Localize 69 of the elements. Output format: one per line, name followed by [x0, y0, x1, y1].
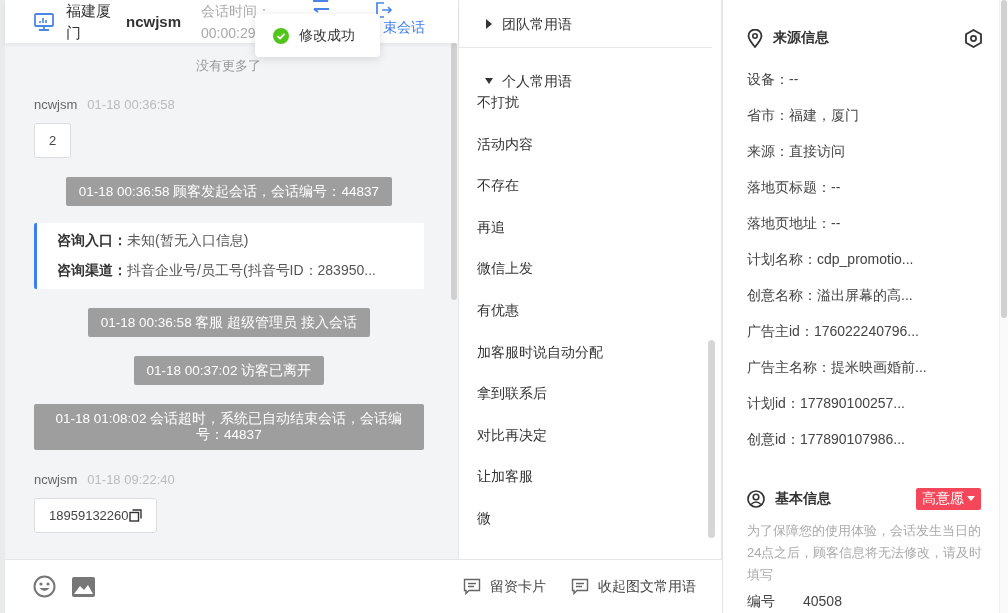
phrase-item[interactable]: 拿到联系后	[476, 383, 547, 404]
info-label: 咨询渠道：	[57, 262, 127, 280]
visitor-name: ncwjsm	[126, 13, 182, 30]
settings-icon[interactable]	[964, 28, 983, 48]
comment-icon	[463, 578, 481, 596]
sender-name: ncwjsm	[34, 472, 78, 488]
field-value: 40508	[803, 592, 842, 610]
phrase-item[interactable]: 微信上发	[476, 258, 533, 279]
visitor-location: 福建厦门	[66, 0, 112, 43]
source-info-row-text: 计划名称：cdp_promotio...	[747, 250, 915, 269]
source-info-row-text: 来源：直接访问	[747, 142, 846, 161]
message-bubble: 2	[34, 123, 72, 158]
source-info-row-text: 创意id：177890107986...	[747, 430, 906, 449]
no-more-text: 没有更多了	[196, 57, 262, 75]
user-circle-icon	[747, 490, 765, 508]
message-time: 01-18 00:36:58	[87, 97, 175, 113]
source-info-row-text: 创意名称：溢出屏幕的高...	[747, 286, 914, 305]
check-circle-icon	[273, 27, 289, 44]
info-value: 未知(暂无入口信息)	[127, 232, 249, 250]
system-notice: 01-18 01:08:02 会话超时，系统已自动结束会话，会话编号：44837	[34, 404, 424, 450]
scrollbar[interactable]	[1001, 0, 1007, 318]
source-info-row-text: 设备：--	[747, 70, 800, 89]
section-title: 基本信息	[775, 490, 832, 508]
system-notice: 01-18 00:36:58 客服 超级管理员 接入会话	[87, 308, 370, 337]
phrase-item[interactable]: 活动内容	[476, 133, 533, 154]
exit-icon	[375, 0, 394, 19]
comment-icon	[571, 578, 589, 596]
system-notice: 01-18 00:37:02 访客已离开	[133, 356, 325, 385]
info-value: 抖音企业号/员工号(抖音号ID：283950...	[127, 262, 376, 280]
intent-tag[interactable]: 高意愿	[916, 488, 981, 510]
session-time-label: 会话时间：	[201, 1, 272, 21]
session-time: 00:00:29	[201, 23, 257, 43]
source-info-row-text: 广告主id：176022240796...	[747, 322, 920, 341]
message-time: 01-18 09:22:40	[87, 472, 175, 488]
source-info-row-text: 广告主名称：提米映画婚前...	[747, 358, 928, 377]
phrase-item[interactable]: 不打扰	[476, 92, 519, 112]
transfer-icon[interactable]	[311, 0, 332, 13]
sender-name: ncwjsm	[34, 97, 78, 113]
info-label: 咨询入口：	[57, 232, 127, 250]
phrase-item[interactable]: 对比再决定	[476, 424, 547, 445]
field-label: 编号	[747, 592, 775, 610]
footer-button[interactable]: 收起图文常用语	[571, 577, 696, 596]
phrase-group-header[interactable]: 个人常用语	[458, 70, 578, 92]
phrase-item[interactable]: 不存在	[476, 175, 519, 196]
caret-icon	[967, 496, 975, 502]
phrase-item[interactable]: 加客服时说自动分配	[476, 341, 603, 362]
phrase-item[interactable]: 再追	[476, 216, 505, 237]
footer-button[interactable]: 留资卡片	[463, 577, 546, 596]
copy-icon[interactable]	[128, 509, 142, 522]
scrollbar[interactable]	[708, 340, 715, 538]
location-pin-icon	[747, 28, 763, 48]
image-icon[interactable]	[72, 576, 95, 597]
system-notice: 01-18 00:36:58 顾客发起会话，会话编号：44837	[65, 177, 392, 206]
emoji-icon[interactable]	[33, 575, 56, 599]
end-session-button[interactable]: 束会话	[375, 0, 426, 37]
phrase-group-header[interactable]: 团队常用语	[458, 0, 712, 48]
monitor-icon	[34, 12, 54, 31]
source-info-row-text: 落地页地址：--	[747, 214, 842, 233]
section-title: 来源信息	[773, 29, 830, 47]
toast-text: 修改成功	[299, 26, 355, 45]
phrase-item[interactable]: 让加客服	[476, 466, 533, 487]
message-bubble: 18959132260	[34, 498, 157, 533]
notice-text: 为了保障您的使用体验，会话发生当日的24点之后，顾客信息将无法修改，请及时填写	[747, 522, 984, 584]
source-info-row-text: 省市：福建，厦门	[747, 106, 860, 125]
scrollbar[interactable]	[450, 43, 457, 300]
source-info-row-text: 落地页标题：--	[747, 178, 842, 197]
source-info-row-text: 计划id：177890100257...	[747, 394, 906, 413]
phrase-item[interactable]: 微	[476, 507, 491, 528]
phrase-item[interactable]: 有优惠	[476, 299, 519, 320]
